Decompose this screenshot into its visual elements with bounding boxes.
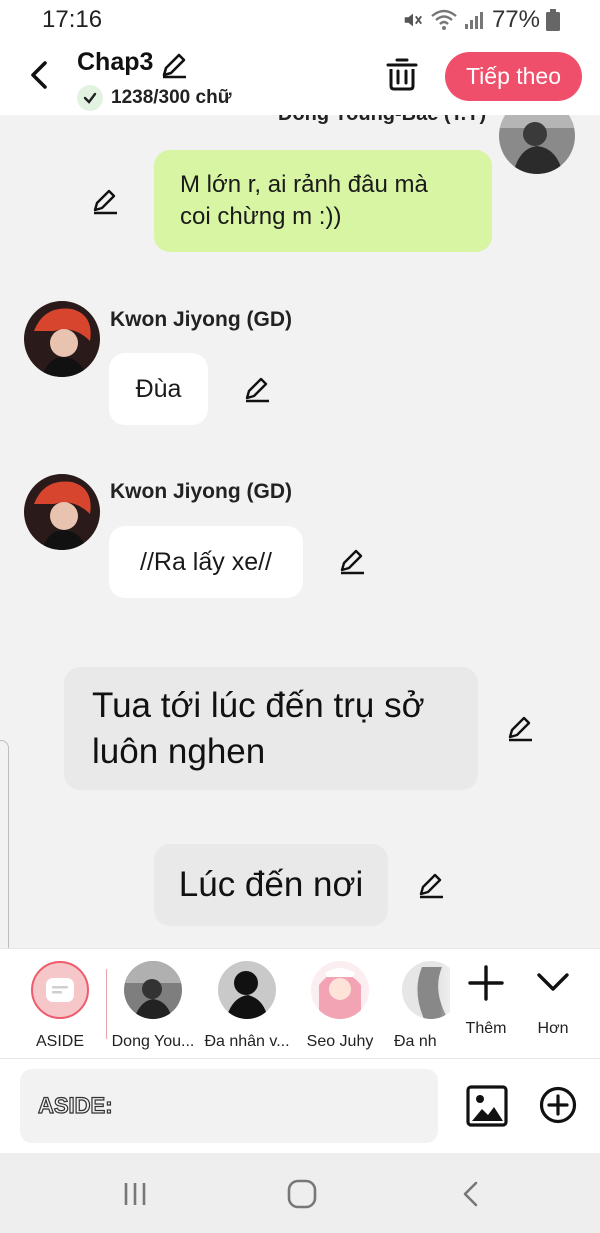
- chevron-down-icon: [537, 973, 569, 991]
- image-icon[interactable]: [466, 1085, 508, 1127]
- wifi-icon: [431, 9, 457, 30]
- chat-area[interactable]: Dong Young-Bae (T.Y) M lớn r, ai rảnh đâ…: [0, 115, 600, 948]
- speaker-name: Dong Young-Bae (T.Y): [278, 115, 486, 126]
- more-label: Hơn: [537, 1020, 569, 1037]
- avatar-kwon-jiyong[interactable]: [24, 474, 100, 550]
- status-icons: 77%: [402, 6, 560, 34]
- battery-icon: [546, 9, 560, 31]
- character-name: ASIDE: [35, 1033, 84, 1050]
- add-character-button[interactable]: Thêm: [456, 963, 516, 1038]
- word-count: 1238/300 chữ: [111, 87, 232, 108]
- more-button[interactable]: Hơn: [523, 963, 583, 1038]
- add-label: Thêm: [465, 1020, 507, 1037]
- avatar-kwon-jiyong[interactable]: [24, 301, 100, 377]
- pencil-icon[interactable]: [242, 374, 272, 404]
- recent-apps-icon[interactable]: [118, 1177, 152, 1211]
- avatar: [218, 961, 276, 1019]
- plus-icon: [468, 965, 504, 1001]
- battery-percent: 77%: [491, 6, 540, 33]
- pencil-icon[interactable]: [416, 870, 446, 900]
- message-text: //Ra lấy xe//: [140, 547, 272, 576]
- character-strip: ASIDE Dong You... Đa nhân v... Seo Juhy …: [0, 948, 600, 1059]
- pencil-icon[interactable]: [159, 50, 189, 80]
- editor-header: Chap3 1238/300 chữ Tiếp theo: [0, 40, 600, 115]
- mute-icon: [404, 13, 422, 27]
- message-input-value: ASIDE:: [37, 1092, 113, 1118]
- system-nav-bar: [0, 1153, 600, 1233]
- status-time: 17:16: [42, 6, 103, 33]
- avatar: [124, 961, 182, 1019]
- back-icon[interactable]: [455, 1177, 489, 1211]
- message-bubble[interactable]: //Ra lấy xe//: [109, 526, 303, 598]
- speaker-name: Kwon Jiyong (GD): [110, 480, 292, 503]
- speaker-name: Kwon Jiyong (GD): [110, 308, 292, 331]
- trash-icon[interactable]: [386, 56, 418, 92]
- character-name: Seo Juhy: [306, 1033, 374, 1050]
- next-button[interactable]: Tiếp theo: [445, 52, 582, 101]
- character-seo-juhy[interactable]: Seo Juhy: [295, 961, 385, 1051]
- aside-chat-icon: [31, 961, 89, 1019]
- avatar: [311, 961, 369, 1019]
- message-bubble[interactable]: Đùa: [109, 353, 208, 425]
- home-icon[interactable]: [285, 1177, 319, 1211]
- character-dong-young[interactable]: Dong You...: [108, 961, 198, 1051]
- add-circle-icon[interactable]: [539, 1086, 577, 1124]
- character-name: Dong You...: [111, 1033, 195, 1050]
- strip-divider: [106, 969, 107, 1039]
- aside-text: Tua tới lúc đến trụ sở luôn nghen: [92, 685, 425, 771]
- word-count-row: 1238/300 chữ: [77, 85, 231, 111]
- chapter-title-group: Chap3 1238/300 chữ: [77, 48, 231, 111]
- pencil-icon[interactable]: [505, 713, 535, 743]
- signal-icon: [464, 12, 483, 29]
- aside-bubble[interactable]: Lúc đến nơi: [154, 844, 388, 926]
- pencil-icon[interactable]: [90, 186, 120, 216]
- aside-text: Lúc đến nơi: [178, 865, 364, 904]
- aside-bubble[interactable]: Tua tới lúc đến trụ sở luôn nghen: [64, 667, 478, 790]
- character-da-nhan-vat[interactable]: Đa nhân v...: [202, 961, 292, 1051]
- pencil-icon[interactable]: [337, 546, 367, 576]
- character-name: Đa nhân v...: [204, 1033, 290, 1050]
- scroll-handle[interactable]: [0, 740, 9, 948]
- input-bar: ASIDE:: [0, 1058, 600, 1153]
- message-text: M lớn r, ai rảnh đâu mà coi chừng m :)): [180, 171, 428, 230]
- check-icon: [77, 85, 103, 111]
- avatar-dong-young-bae[interactable]: [499, 115, 575, 174]
- back-arrow-icon[interactable]: [24, 58, 54, 92]
- character-aside[interactable]: ASIDE: [15, 961, 105, 1051]
- status-bar: 17:16 77%: [0, 0, 600, 40]
- message-bubble[interactable]: M lớn r, ai rảnh đâu mà coi chừng m :)): [154, 150, 492, 252]
- chapter-title: Chap3: [77, 48, 154, 76]
- message-text: Đùa: [135, 374, 182, 403]
